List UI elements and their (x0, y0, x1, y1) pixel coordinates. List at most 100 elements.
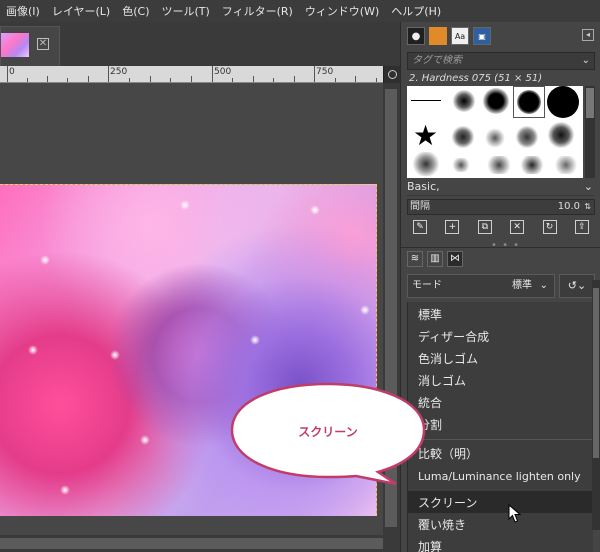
star-brush-icon[interactable]: ★ (413, 122, 438, 150)
brush-grid[interactable]: ★ (407, 86, 583, 178)
image-tab[interactable]: ✕ (0, 26, 60, 66)
mode-option-screen[interactable]: スクリーン (418, 494, 477, 511)
channels-tab-icon[interactable]: ▥ (427, 250, 443, 267)
mode-option-addition[interactable]: 加算 (418, 538, 442, 552)
brushes-tab-icon[interactable]: ● (407, 27, 425, 45)
spinner-icon[interactable]: ⇅ (584, 200, 591, 214)
refresh-brushes-icon[interactable]: ↻ (542, 220, 557, 234)
menu-help[interactable]: ヘルプ(H) (385, 3, 447, 19)
document-history-tab-icon[interactable]: ▣ (473, 27, 491, 45)
ruler-minor-tick (67, 78, 68, 82)
navigate-icon[interactable] (383, 66, 400, 83)
sparkle (180, 200, 190, 210)
sparkle (360, 305, 370, 315)
chevron-down-icon[interactable]: ⌄ (540, 275, 548, 297)
spacing-value[interactable]: 10.0 (558, 200, 580, 214)
ruler-label: 250 (110, 67, 128, 77)
right-dock: ● Aa ▣ ◂ タグで検索 ⌄ 2. Hardness 075 (51 × 5… (400, 22, 600, 552)
brush-spray-2[interactable] (517, 156, 547, 174)
layers-tab-row: ≋ ▥ ⋈ (401, 247, 600, 269)
menu-bar: 画像(I) レイヤー(L) 色(C) ツール(T) フィルター(R) ウィンドウ… (0, 0, 600, 22)
tag-search-input[interactable]: タグで検索 ⌄ (407, 52, 595, 70)
ruler-minor-tick (191, 76, 192, 82)
horizontal-ruler: 0 250 500 750 (0, 66, 383, 83)
brush-preset-select[interactable]: Basic, ⌄ (407, 180, 595, 196)
menu-image[interactable]: 画像(I) (0, 3, 46, 19)
mode-value: 標準 (512, 280, 532, 291)
ruler-label: 750 (316, 67, 334, 77)
ruler-label: 0 (9, 67, 15, 77)
ruler-minor-tick (294, 76, 295, 82)
chevron-down-icon[interactable]: ⌄ (582, 53, 590, 69)
paths-tab-icon[interactable]: ⋈ (447, 250, 463, 267)
brush-hardness-075-selected[interactable] (513, 86, 545, 118)
zoom-corner (383, 535, 400, 552)
brush-chalk[interactable] (411, 152, 441, 176)
edit-brush-icon[interactable]: ✎ (413, 220, 427, 234)
menu-tools[interactable]: ツール(T) (155, 3, 215, 19)
brush-hardness-100[interactable] (547, 86, 579, 118)
brush-grain[interactable] (515, 126, 539, 148)
scrollbar-thumb[interactable] (593, 288, 599, 458)
mode-dropdown-menu: 標準 ディザー合成 色消しゴム 消しゴム 統合 分割 比較（明） Luma/Lu… (407, 302, 594, 552)
scrollbar-thumb[interactable] (586, 88, 594, 118)
mode-menu-scrollbar[interactable] (592, 280, 600, 530)
sparkle (140, 435, 150, 445)
mode-option-dissolve[interactable]: ディザー合成 (418, 328, 489, 345)
ruler-minor-tick (129, 78, 130, 82)
brush-splatter[interactable] (547, 122, 575, 148)
dock-tab-row: ● Aa ▣ (401, 22, 600, 50)
scrollbar-thumb[interactable] (0, 538, 383, 549)
ruler-minor-tick (232, 78, 233, 82)
mode-group-button[interactable]: ↺⌄ (559, 274, 595, 298)
brush-toolbar: ✎ + ⧉ ✕ ↻ ⇪ (407, 220, 595, 238)
ruler-minor-tick (27, 78, 28, 82)
menu-color[interactable]: 色(C) (116, 3, 155, 19)
mode-option-normal[interactable]: 標準 (418, 306, 442, 323)
brush-sparse[interactable] (553, 156, 579, 174)
menu-filters[interactable]: フィルター(R) (216, 3, 299, 19)
fonts-tab-icon[interactable]: Aa (451, 27, 469, 45)
open-as-image-icon[interactable]: ⇪ (574, 220, 589, 234)
layer-mode-select[interactable]: モード 標準 ⌄ (407, 274, 555, 298)
menu-windows[interactable]: ウィンドウ(W) (299, 3, 385, 19)
brush-dots[interactable] (451, 158, 471, 172)
dock-menu-icon[interactable]: ◂ (582, 29, 594, 41)
ruler-tick (7, 66, 8, 82)
layers-tab-icon[interactable]: ≋ (407, 250, 423, 267)
image-tab-strip: ✕ (0, 22, 400, 66)
sparkle (28, 345, 38, 355)
ruler-tick (212, 66, 213, 82)
sparkle (250, 335, 260, 345)
ruler-minor-tick (253, 76, 254, 82)
mode-option-color-erase[interactable]: 色消しゴム (418, 350, 478, 367)
brush-soft[interactable] (485, 128, 505, 148)
close-tab-icon[interactable]: ✕ (37, 38, 49, 50)
brush-texture[interactable] (451, 126, 475, 148)
mode-option-dodge[interactable]: 覆い焼き (418, 516, 466, 533)
patterns-tab-icon[interactable] (429, 27, 447, 45)
brush-grid-scrollbar[interactable] (585, 86, 595, 178)
delete-brush-icon[interactable]: ✕ (510, 220, 525, 234)
mouse-cursor-icon (508, 504, 522, 523)
sparkle (40, 255, 50, 265)
new-brush-icon[interactable]: + (445, 220, 460, 234)
brush-pixel[interactable] (411, 100, 441, 101)
horizontal-scrollbar[interactable] (0, 535, 383, 552)
brush-spray[interactable] (485, 156, 513, 174)
image-thumbnail (1, 33, 29, 57)
menu-layer[interactable]: レイヤー(L) (46, 3, 116, 19)
chevron-down-icon[interactable]: ⌄ (584, 180, 593, 193)
ruler-minor-tick (47, 76, 48, 82)
brush-name: 2. Hardness 075 (51 × 51) (409, 73, 543, 84)
brush-hardness-050[interactable] (483, 88, 509, 114)
ruler-minor-tick (273, 78, 274, 82)
brush-fuzzy[interactable] (453, 90, 475, 112)
mode-option-luma-lighten[interactable]: Luma/Luminance lighten only (418, 470, 581, 483)
spacing-field[interactable]: 間隔 10.0 ⇅ (407, 199, 595, 215)
menu-separator (408, 439, 594, 440)
ruler-tick (108, 66, 109, 82)
ruler-minor-tick (355, 76, 356, 82)
mode-label: モード (412, 280, 442, 291)
duplicate-brush-icon[interactable]: ⧉ (477, 220, 492, 234)
